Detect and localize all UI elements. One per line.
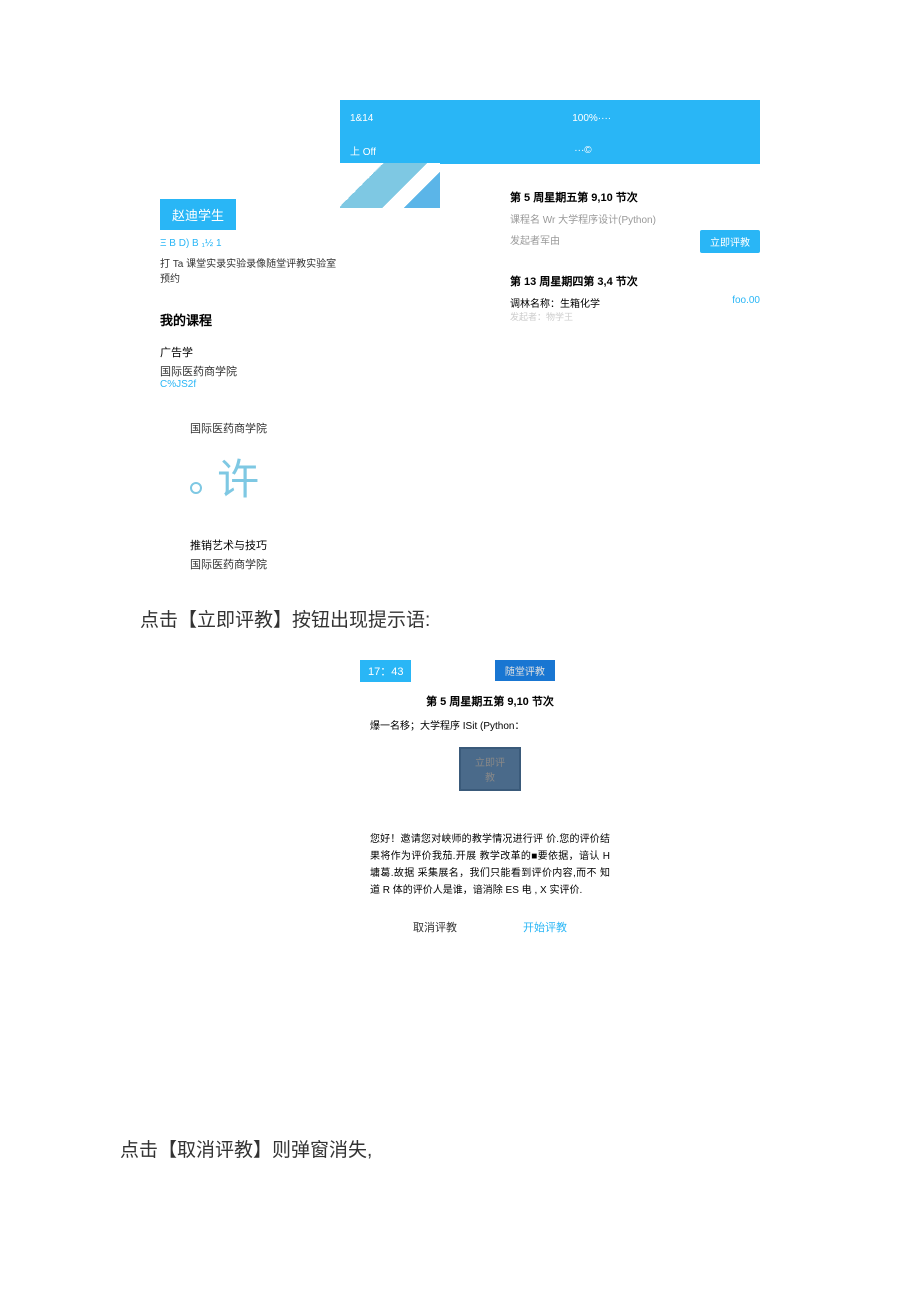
user-links[interactable]: Ξ B D) B ₁½ 1 [160, 238, 345, 249]
user-badge: 赵迪学生 [160, 199, 236, 230]
eval-title: 第 5 周星期五第 9,10 节次 [510, 189, 760, 205]
start-button[interactable]: 开始评教 [523, 919, 567, 935]
modal-title: 第 5 周星期五第 9,10 节次 [360, 693, 620, 709]
course-code: C%JS2f [160, 379, 345, 390]
modal-time: 17：43 [360, 660, 411, 682]
course-item-1[interactable]: 广告学 国际医药商学院 C%JS2f [160, 344, 345, 390]
modal-area: 17：43 随堂评教 第 5 周星期五第 9,10 节次 爆一名移；大学程序 I… [360, 652, 620, 935]
status-row2-left: 上 Off [350, 143, 376, 158]
my-courses-title: 我的课程 [160, 310, 345, 329]
eval-card-1: 第 5 周星期五第 9,10 节次 课程名 Wr 大学程序设计(Python) … [510, 189, 760, 253]
status-row2-mid: ···© [376, 145, 750, 156]
course-name: 推销艺术与技巧 [190, 537, 345, 553]
eval-title: 第 13 周星期四第 3,4 节次 [510, 273, 760, 289]
user-actions[interactable]: 打 Ta 课堂实录实验录像随堂评教实验室预约 [160, 255, 345, 285]
eval-course: 课程名 Wr 大学程序设计(Python) [510, 211, 760, 226]
eval-initiator: 发起者军由 [510, 232, 560, 247]
status-time: 1&14 [350, 113, 373, 124]
status-bar-row2: 上 Off ···© [340, 136, 760, 164]
eval-card-2: 第 13 周星期四第 3,4 节次 调林名称：生箱化学 foo.00 发起者：物… [510, 273, 760, 323]
course-college: 国际医药商学院 [160, 363, 345, 379]
course-name: 广告学 [160, 344, 345, 360]
course-item-2[interactable]: 国际医药商学院 许 [160, 420, 345, 517]
modal-body: 您好！邀请您对峡师的教学情况进行评 价.您的评价结果将作为评价我茄.开展 教学改… [360, 831, 620, 899]
modal-sub: 爆一名移；大学程序 ISit (Python： [360, 717, 620, 732]
header-illustration [340, 163, 440, 208]
cancel-button[interactable]: 取消评教 [413, 919, 457, 935]
circle-icon [190, 482, 202, 494]
status-battery: 100%···· [373, 113, 750, 124]
status-bar: 1&14 100%···· [340, 100, 760, 136]
instruction-2: 点击【取消评教】则弹窗消失, [120, 1135, 760, 1162]
modal-header-button[interactable]: 随堂评教 [495, 660, 555, 681]
eval-button[interactable]: 立即评教 [700, 230, 760, 253]
eval-course: 调林名称：生箱化学 [510, 295, 600, 310]
course-item-3[interactable]: 推销艺术与技巧 国际医药商学院 [160, 537, 345, 572]
instruction-1: 点击【立即评教】按钮出现提示语: [140, 605, 760, 632]
modal-eval-button[interactable]: 立即评教 [459, 747, 521, 791]
course-college: 国际医药商学院 [190, 556, 345, 572]
course-college: 国际医药商学院 [190, 420, 345, 436]
course-char: 许 [217, 446, 259, 507]
eval-foo: foo.00 [732, 295, 760, 310]
eval-initiator: 发起者：物学王 [510, 310, 760, 323]
